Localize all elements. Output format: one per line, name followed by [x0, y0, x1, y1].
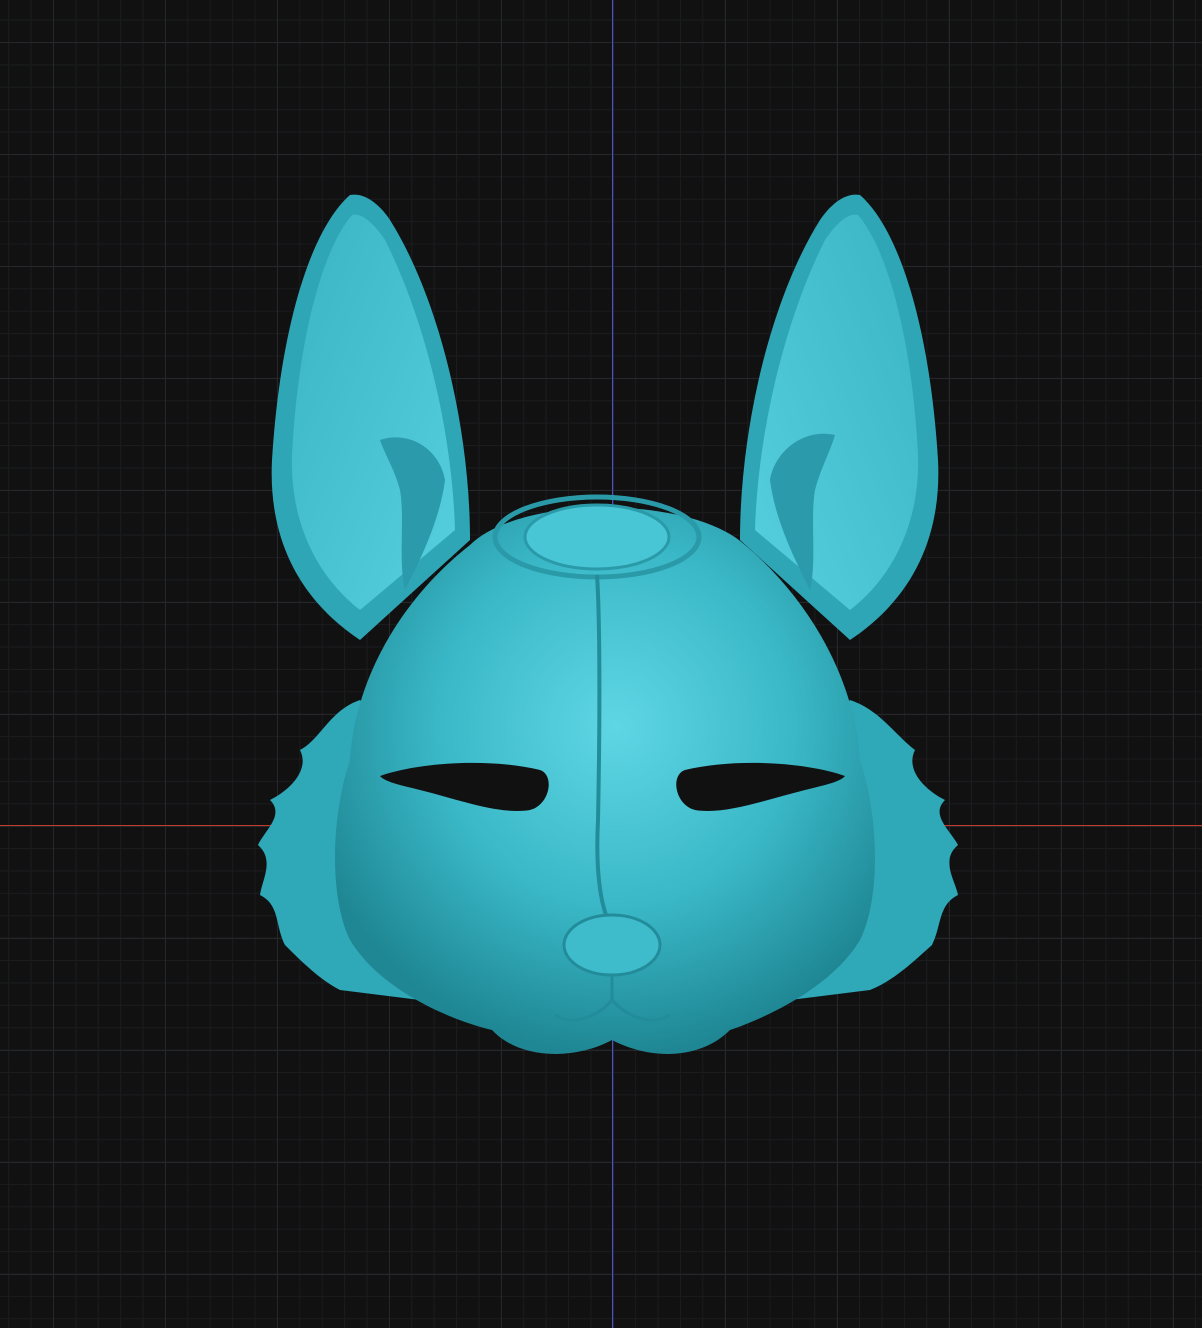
3d-viewport[interactable] — [0, 0, 1202, 1328]
fox-mask-model[interactable] — [0, 0, 1202, 1328]
forehead-disc — [523, 503, 671, 571]
nose — [562, 913, 662, 977]
